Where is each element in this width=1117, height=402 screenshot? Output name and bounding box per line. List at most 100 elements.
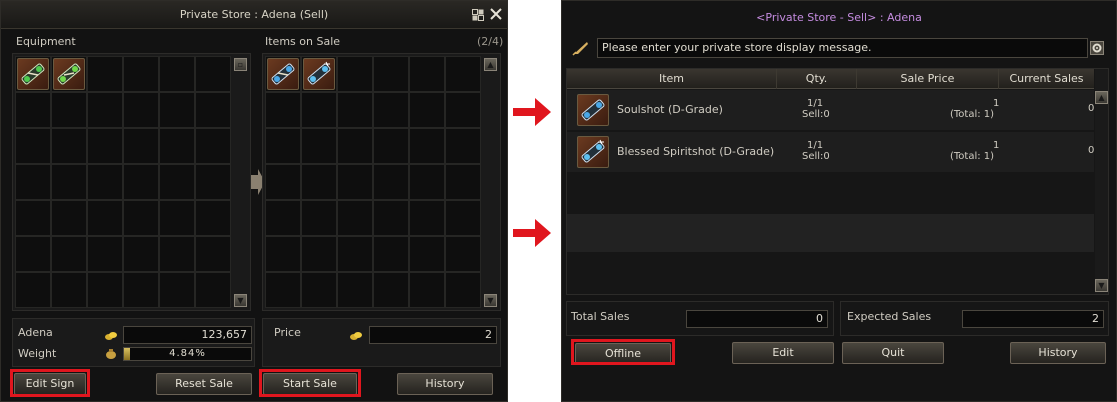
inventory-slot[interactable]: [195, 272, 231, 308]
sale-slot[interactable]: [301, 92, 337, 128]
inventory-slot[interactable]: [15, 272, 51, 308]
sale-slot[interactable]: [265, 128, 301, 164]
sale-slot[interactable]: [373, 128, 409, 164]
inventory-slot[interactable]: [159, 56, 195, 92]
sale-slot[interactable]: [409, 128, 445, 164]
sale-slot[interactable]: [265, 92, 301, 128]
inventory-slot[interactable]: [123, 56, 159, 92]
sale-slot[interactable]: [445, 128, 481, 164]
soulshot-green-icon[interactable]: [17, 58, 49, 90]
inventory-slot[interactable]: [195, 92, 231, 128]
inventory-slot[interactable]: [195, 56, 231, 92]
history-button[interactable]: History: [1010, 342, 1106, 364]
sale-slot[interactable]: [301, 56, 337, 92]
sale-slot[interactable]: [373, 272, 409, 308]
price-input[interactable]: 2: [369, 326, 497, 344]
sale-slot[interactable]: [337, 236, 373, 272]
column-header-item[interactable]: Item: [567, 69, 777, 89]
inventory-slot[interactable]: [51, 236, 87, 272]
inventory-slot[interactable]: [159, 200, 195, 236]
sale-slot[interactable]: [301, 164, 337, 200]
scroll-down-icon[interactable]: ▼: [1095, 279, 1108, 292]
inventory-slot[interactable]: [87, 236, 123, 272]
column-header-current-sales[interactable]: Current Sales: [999, 69, 1094, 89]
sale-slot[interactable]: [373, 164, 409, 200]
sale-slot[interactable]: [373, 200, 409, 236]
inventory-slot[interactable]: [159, 92, 195, 128]
inventory-slot[interactable]: [51, 164, 87, 200]
inventory-slot[interactable]: [51, 200, 87, 236]
inventory-slot[interactable]: [15, 128, 51, 164]
inventory-slot[interactable]: [51, 128, 87, 164]
expand-icon[interactable]: ▫: [234, 58, 247, 71]
inventory-slot[interactable]: [15, 164, 51, 200]
inventory-slot[interactable]: [123, 236, 159, 272]
inventory-slot[interactable]: [15, 200, 51, 236]
reset-sale-button[interactable]: Reset Sale: [156, 373, 252, 395]
sale-slot[interactable]: [445, 272, 481, 308]
inventory-slot[interactable]: [159, 128, 195, 164]
inventory-slot[interactable]: [195, 236, 231, 272]
table-row[interactable]: Blessed Spiritshot (D-Grade) 1/1 Sell:0 …: [567, 132, 1094, 172]
sale-slot[interactable]: [409, 56, 445, 92]
sale-slot[interactable]: [337, 128, 373, 164]
inventory-slot[interactable]: [195, 164, 231, 200]
sale-slot[interactable]: [265, 164, 301, 200]
inventory-slot[interactable]: [123, 200, 159, 236]
inventory-slot[interactable]: [87, 200, 123, 236]
scroll-down-icon[interactable]: ▼: [234, 294, 247, 307]
sale-slot[interactable]: [265, 272, 301, 308]
sale-slot[interactable]: [445, 56, 481, 92]
sale-slot[interactable]: [337, 164, 373, 200]
scroll-down-icon[interactable]: ▼: [484, 294, 497, 307]
inventory-slot[interactable]: [15, 92, 51, 128]
sale-slot[interactable]: [445, 164, 481, 200]
sale-slot[interactable]: [409, 92, 445, 128]
spiritshot-green-icon[interactable]: [53, 58, 85, 90]
sale-slot[interactable]: [445, 92, 481, 128]
sale-slot[interactable]: [373, 236, 409, 272]
column-header-sale-price[interactable]: Sale Price: [857, 69, 999, 89]
table-row[interactable]: Soulshot (D-Grade) 1/1 Sell:0 1 (Total: …: [567, 90, 1094, 130]
scroll-up-icon[interactable]: ▲: [484, 58, 497, 71]
sale-slot[interactable]: [337, 92, 373, 128]
history-button[interactable]: History: [397, 373, 493, 395]
inventory-slot[interactable]: [87, 272, 123, 308]
scroll-up-icon[interactable]: ▲: [1095, 91, 1108, 104]
sale-slot[interactable]: [301, 128, 337, 164]
inventory-slot[interactable]: [123, 164, 159, 200]
inventory-slot[interactable]: [51, 92, 87, 128]
sale-slot[interactable]: [409, 272, 445, 308]
sale-slot[interactable]: [373, 92, 409, 128]
settings-gear-icon[interactable]: [1090, 41, 1104, 55]
sale-slot[interactable]: [409, 164, 445, 200]
inventory-slot[interactable]: [123, 128, 159, 164]
edit-button[interactable]: Edit: [732, 342, 834, 364]
inventory-slot[interactable]: [159, 236, 195, 272]
sale-slot[interactable]: [265, 56, 301, 92]
sale-slot[interactable]: [301, 200, 337, 236]
window-titlebar[interactable]: Private Store : Adena (Sell): [1, 1, 507, 29]
inventory-slot[interactable]: [15, 236, 51, 272]
sale-slot[interactable]: [445, 236, 481, 272]
blessed-spiritshot-blue-icon[interactable]: [303, 58, 335, 90]
sale-slot[interactable]: [337, 272, 373, 308]
inventory-slot[interactable]: [195, 200, 231, 236]
sale-slot[interactable]: [409, 200, 445, 236]
soulshot-blue-icon[interactable]: [267, 58, 299, 90]
quit-button[interactable]: Quit: [842, 342, 944, 364]
inventory-slot[interactable]: [15, 56, 51, 92]
sale-slot[interactable]: [337, 200, 373, 236]
sale-slot[interactable]: [445, 200, 481, 236]
column-header-qty[interactable]: Qty.: [777, 69, 857, 89]
sale-slot[interactable]: [409, 236, 445, 272]
sale-slot[interactable]: [265, 236, 301, 272]
sale-slot[interactable]: [265, 200, 301, 236]
sale-slot[interactable]: [337, 56, 373, 92]
inventory-slot[interactable]: [159, 272, 195, 308]
inventory-slot[interactable]: [195, 128, 231, 164]
sale-slot[interactable]: [373, 56, 409, 92]
inventory-slot[interactable]: [87, 92, 123, 128]
resize-window-icon[interactable]: [472, 9, 484, 21]
store-message-input[interactable]: Please enter your private store display …: [597, 38, 1088, 58]
